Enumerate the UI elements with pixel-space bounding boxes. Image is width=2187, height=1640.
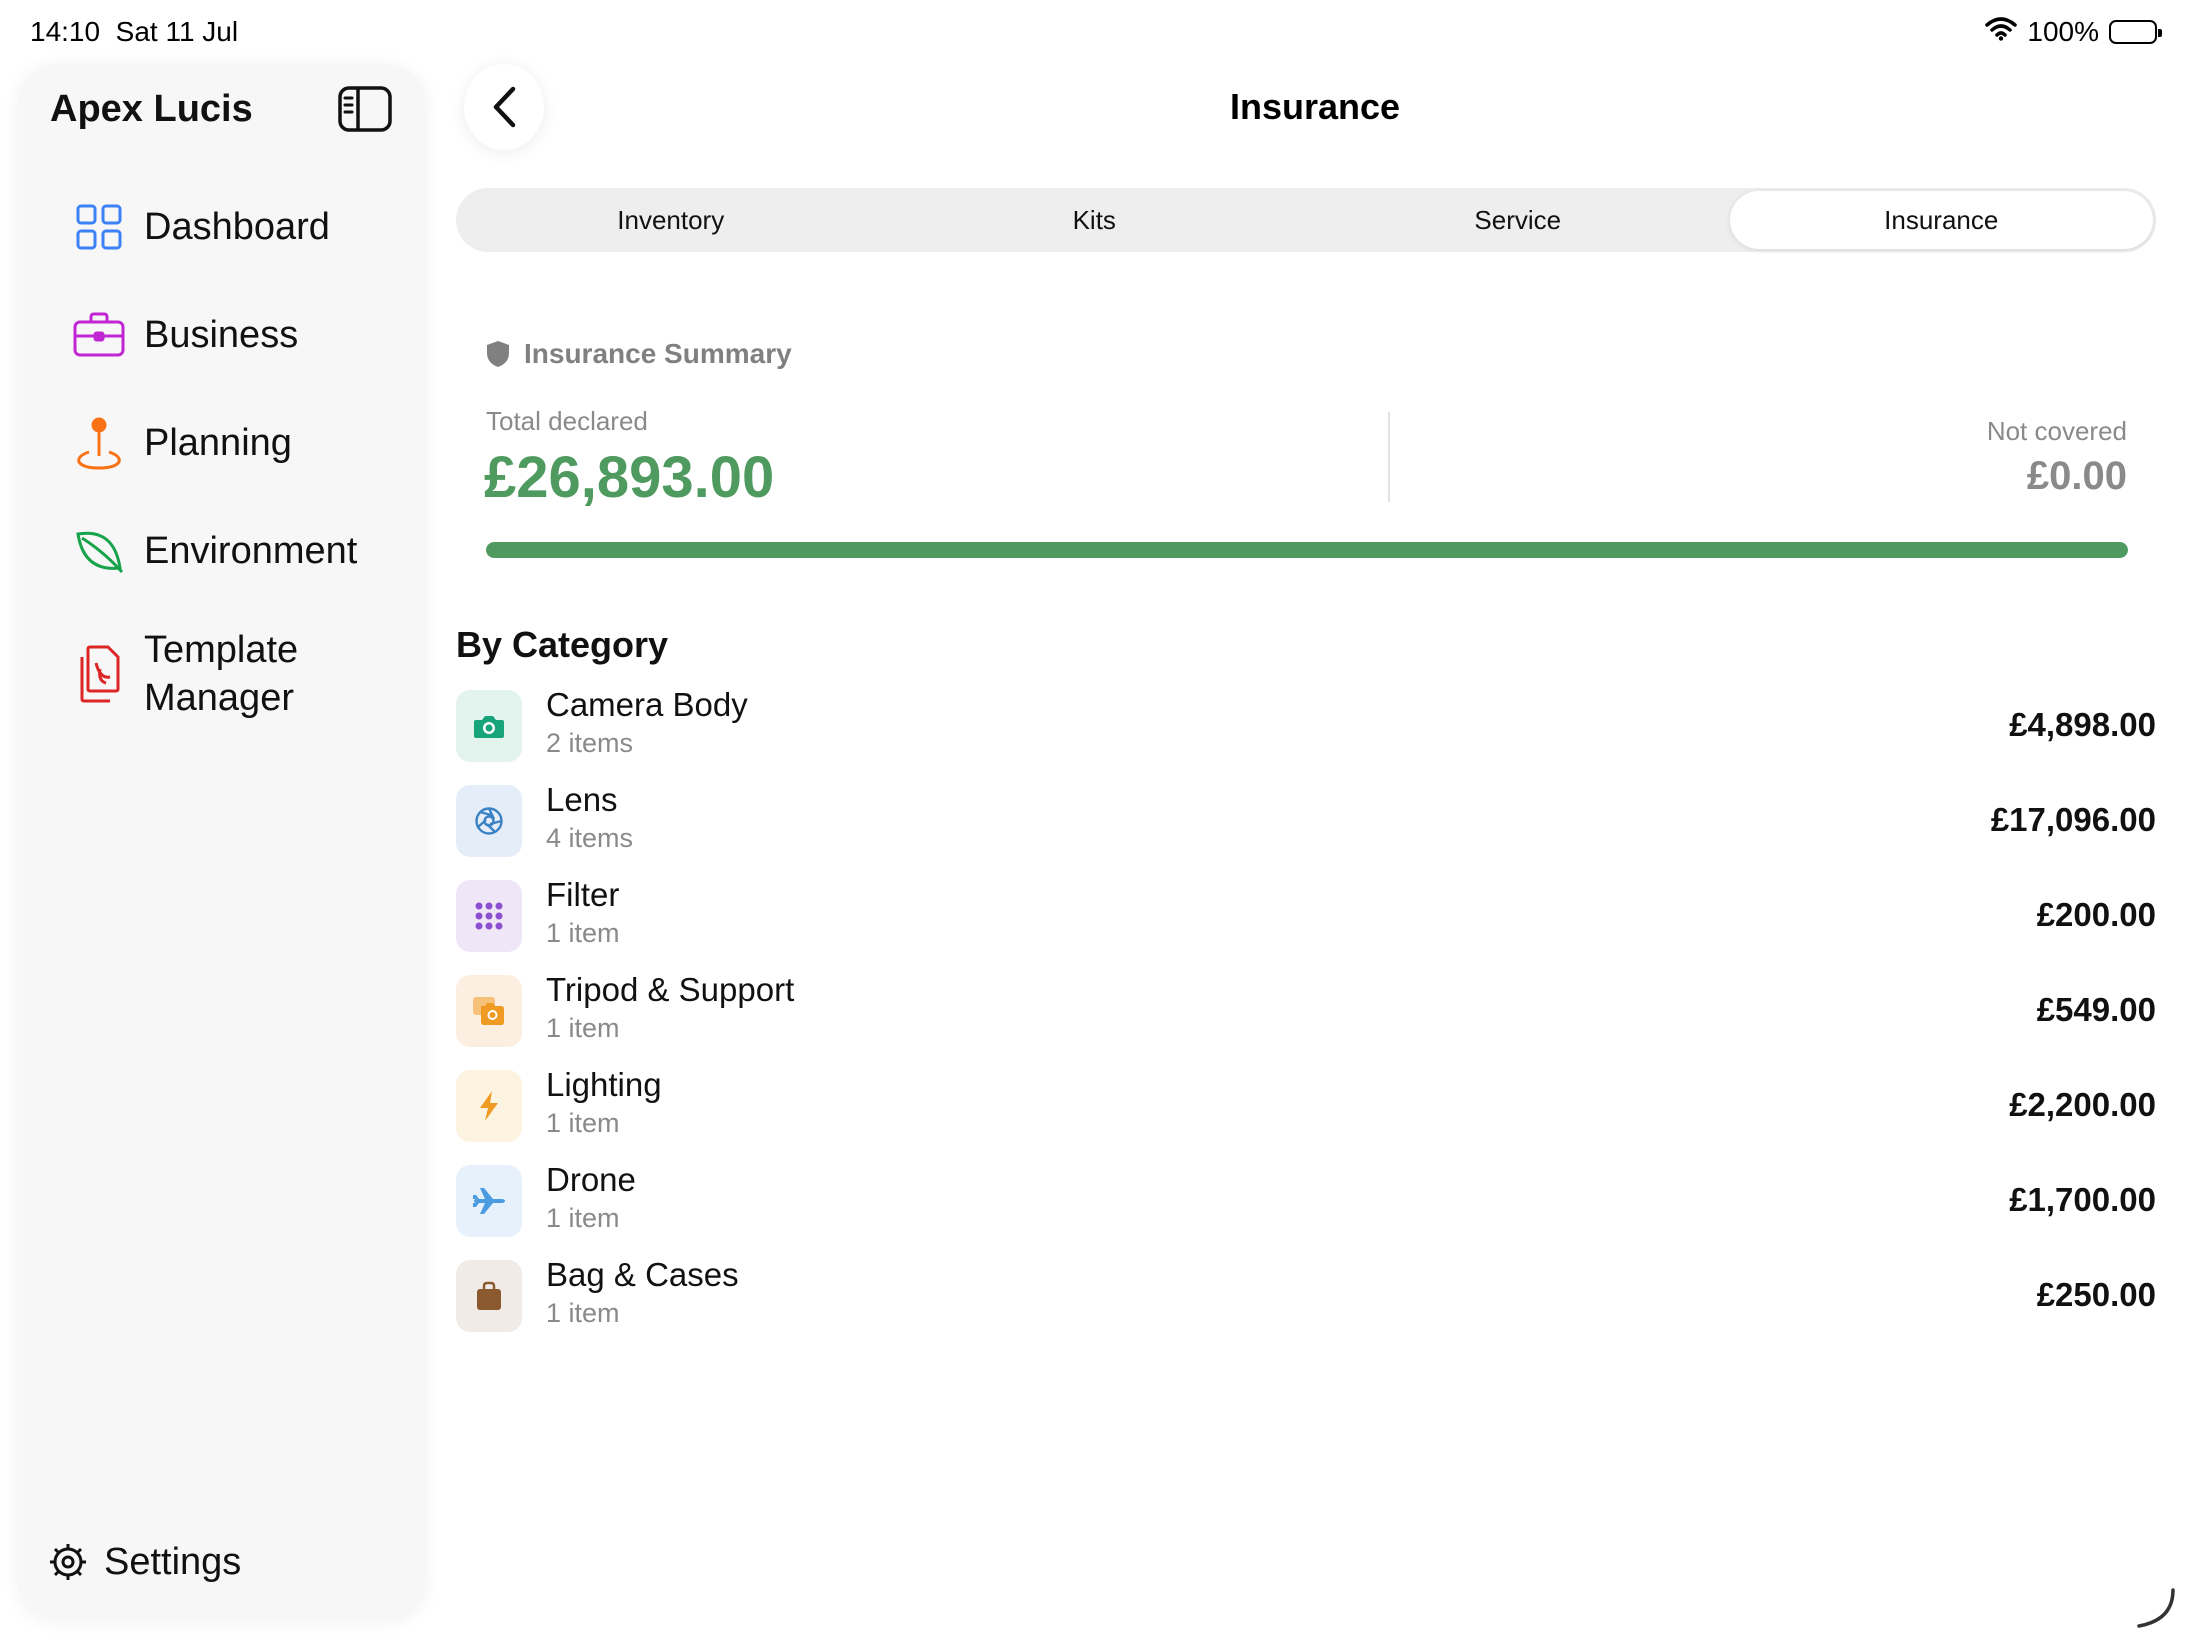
sidebar-item-label: Dashboard bbox=[144, 206, 330, 248]
sidebar-item-planning[interactable]: Planning bbox=[72, 416, 292, 470]
category-value: £2,200.00 bbox=[2009, 1086, 2156, 1123]
category-count: 1 item bbox=[546, 1203, 620, 1233]
chevron-left-icon bbox=[493, 86, 516, 128]
total-declared-label: Total declared bbox=[486, 406, 648, 436]
dots-grid-icon bbox=[456, 880, 522, 952]
summary-header: Insurance Summary bbox=[486, 338, 792, 370]
summary-divider bbox=[1388, 412, 1390, 502]
category-value: £1,700.00 bbox=[2009, 1181, 2156, 1218]
summary-title: Insurance Summary bbox=[524, 338, 792, 369]
not-covered-label: Not covered bbox=[1986, 416, 2127, 446]
category-value: £250.00 bbox=[2036, 1276, 2156, 1313]
category-count: 1 item bbox=[546, 918, 620, 948]
category-row-camera-body[interactable]: Camera Body 2 items £4,898.00 bbox=[456, 686, 2156, 762]
category-row-drone[interactable]: Drone 1 item £1,700.00 bbox=[456, 1161, 2156, 1237]
aperture-icon bbox=[456, 785, 522, 857]
page-title: Insurance bbox=[1229, 86, 1401, 127]
battery-percent: 100% bbox=[2027, 16, 2099, 47]
not-covered-value: £0.00 bbox=[2026, 454, 2127, 498]
category-value: £200.00 bbox=[2036, 896, 2156, 933]
sidebar-item-template-manager[interactable]: Template Manager bbox=[72, 626, 344, 722]
sidebar-title: Apex Lucis bbox=[50, 88, 253, 130]
settings-label: Settings bbox=[104, 1541, 242, 1583]
category-row-lighting[interactable]: Lighting 1 item £2,200.00 bbox=[456, 1066, 2156, 1142]
sidebar-item-label: Template Manager bbox=[144, 629, 299, 719]
tab-service[interactable]: Service bbox=[1306, 191, 1730, 249]
category-count: 1 item bbox=[546, 1298, 620, 1328]
tab-insurance[interactable]: Insurance bbox=[1729, 191, 2153, 249]
gear-icon bbox=[48, 1542, 88, 1582]
category-count: 4 items bbox=[546, 823, 634, 853]
sidebar-item-label: Business bbox=[144, 314, 299, 356]
category-row-lens[interactable]: Lens 4 items £17,096.00 bbox=[456, 781, 2156, 857]
category-count: 1 item bbox=[546, 1013, 620, 1043]
coverage-progress-bar bbox=[486, 542, 2128, 558]
grid-icon bbox=[72, 200, 126, 254]
settings-button[interactable]: Settings bbox=[48, 1538, 241, 1586]
status-right: 100% bbox=[1985, 16, 2162, 48]
by-category-title: By Category bbox=[456, 624, 669, 665]
category-name: Camera Body bbox=[546, 686, 748, 723]
status-date: Sat 11 Jul bbox=[115, 16, 239, 47]
screen: 14:10 Sat 11 Jul 100% Apex Lucis Dashboa… bbox=[0, 0, 2187, 1640]
battery-icon bbox=[2109, 20, 2162, 44]
sidebar: Apex Lucis Dashboard Business Planning E… bbox=[18, 64, 426, 1620]
airplane-icon bbox=[456, 1165, 522, 1237]
leaf-icon bbox=[72, 524, 126, 578]
coverage-progress-fill bbox=[486, 542, 2128, 558]
status-time: 14:10 Sat 11 Jul bbox=[30, 16, 238, 48]
category-name: Tripod & Support bbox=[546, 971, 795, 1008]
category-count: 1 item bbox=[546, 1108, 620, 1138]
category-name: Bag & Cases bbox=[546, 1256, 739, 1293]
sidebar-item-label: Environment bbox=[144, 530, 358, 572]
total-declared-value: £26,893.00 bbox=[484, 445, 775, 510]
back-button[interactable] bbox=[464, 64, 544, 150]
bag-icon bbox=[456, 1260, 522, 1332]
segmented-tabs: Inventory Kits Service Insurance bbox=[456, 188, 2156, 252]
category-row-filter[interactable]: Filter 1 item £200.00 bbox=[456, 876, 2156, 952]
documents-icon bbox=[72, 645, 126, 703]
loading-indicator-icon bbox=[2137, 1588, 2175, 1628]
category-value: £17,096.00 bbox=[1990, 801, 2156, 838]
bolt-icon bbox=[456, 1070, 522, 1142]
status-time-text: 14:10 bbox=[30, 16, 101, 47]
shield-icon bbox=[487, 341, 509, 367]
sidebar-item-environment[interactable]: Environment bbox=[72, 524, 357, 578]
sidebar-item-business[interactable]: Business bbox=[72, 308, 298, 362]
category-value: £549.00 bbox=[2036, 991, 2156, 1028]
category-value: £4,898.00 bbox=[2009, 706, 2156, 743]
photos-icon bbox=[456, 975, 522, 1047]
tab-inventory[interactable]: Inventory bbox=[459, 191, 883, 249]
category-name: Filter bbox=[546, 876, 620, 913]
camera-icon bbox=[456, 690, 522, 762]
sidebar-item-label: Planning bbox=[144, 422, 292, 464]
briefcase-icon bbox=[72, 308, 126, 362]
category-name: Lighting bbox=[546, 1066, 662, 1103]
wifi-icon bbox=[1985, 16, 2018, 48]
map-pin-icon bbox=[72, 416, 126, 470]
sidebar-toggle-icon[interactable] bbox=[338, 86, 392, 132]
category-name: Lens bbox=[546, 781, 618, 818]
category-count: 2 items bbox=[546, 728, 634, 758]
category-row-bag-cases[interactable]: Bag & Cases 1 item £250.00 bbox=[456, 1256, 2156, 1332]
tab-kits[interactable]: Kits bbox=[883, 191, 1307, 249]
category-name: Drone bbox=[546, 1161, 636, 1198]
sidebar-item-dashboard[interactable]: Dashboard bbox=[72, 200, 330, 254]
category-row-tripod-support[interactable]: Tripod & Support 1 item £549.00 bbox=[456, 971, 2156, 1047]
